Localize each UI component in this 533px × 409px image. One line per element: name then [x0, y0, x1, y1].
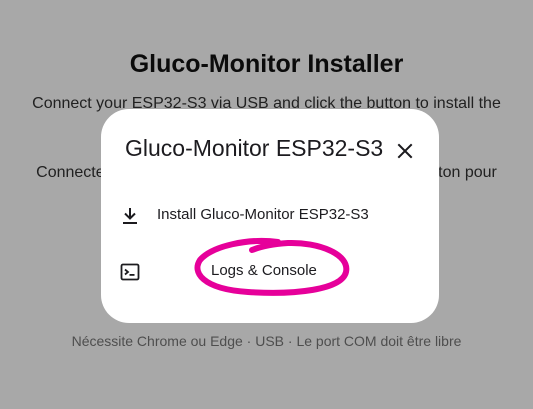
- install-firmware-label: Install Gluco-Monitor ESP32-S3: [157, 206, 369, 223]
- download-icon: [123, 208, 137, 224]
- device-dialog: Gluco-Monitor ESP32-S3 Install Gluco-Mon…: [101, 109, 439, 323]
- dialog-title: Gluco-Monitor ESP32-S3: [125, 135, 384, 161]
- close-button[interactable]: [393, 139, 417, 163]
- logs-console-item[interactable]: Logs & Console: [101, 248, 439, 296]
- install-firmware-item[interactable]: Install Gluco-Monitor ESP32-S3: [101, 192, 439, 240]
- terminal-icon: [120, 263, 140, 281]
- close-icon: [397, 143, 413, 159]
- logs-console-label: Logs & Console: [211, 262, 317, 279]
